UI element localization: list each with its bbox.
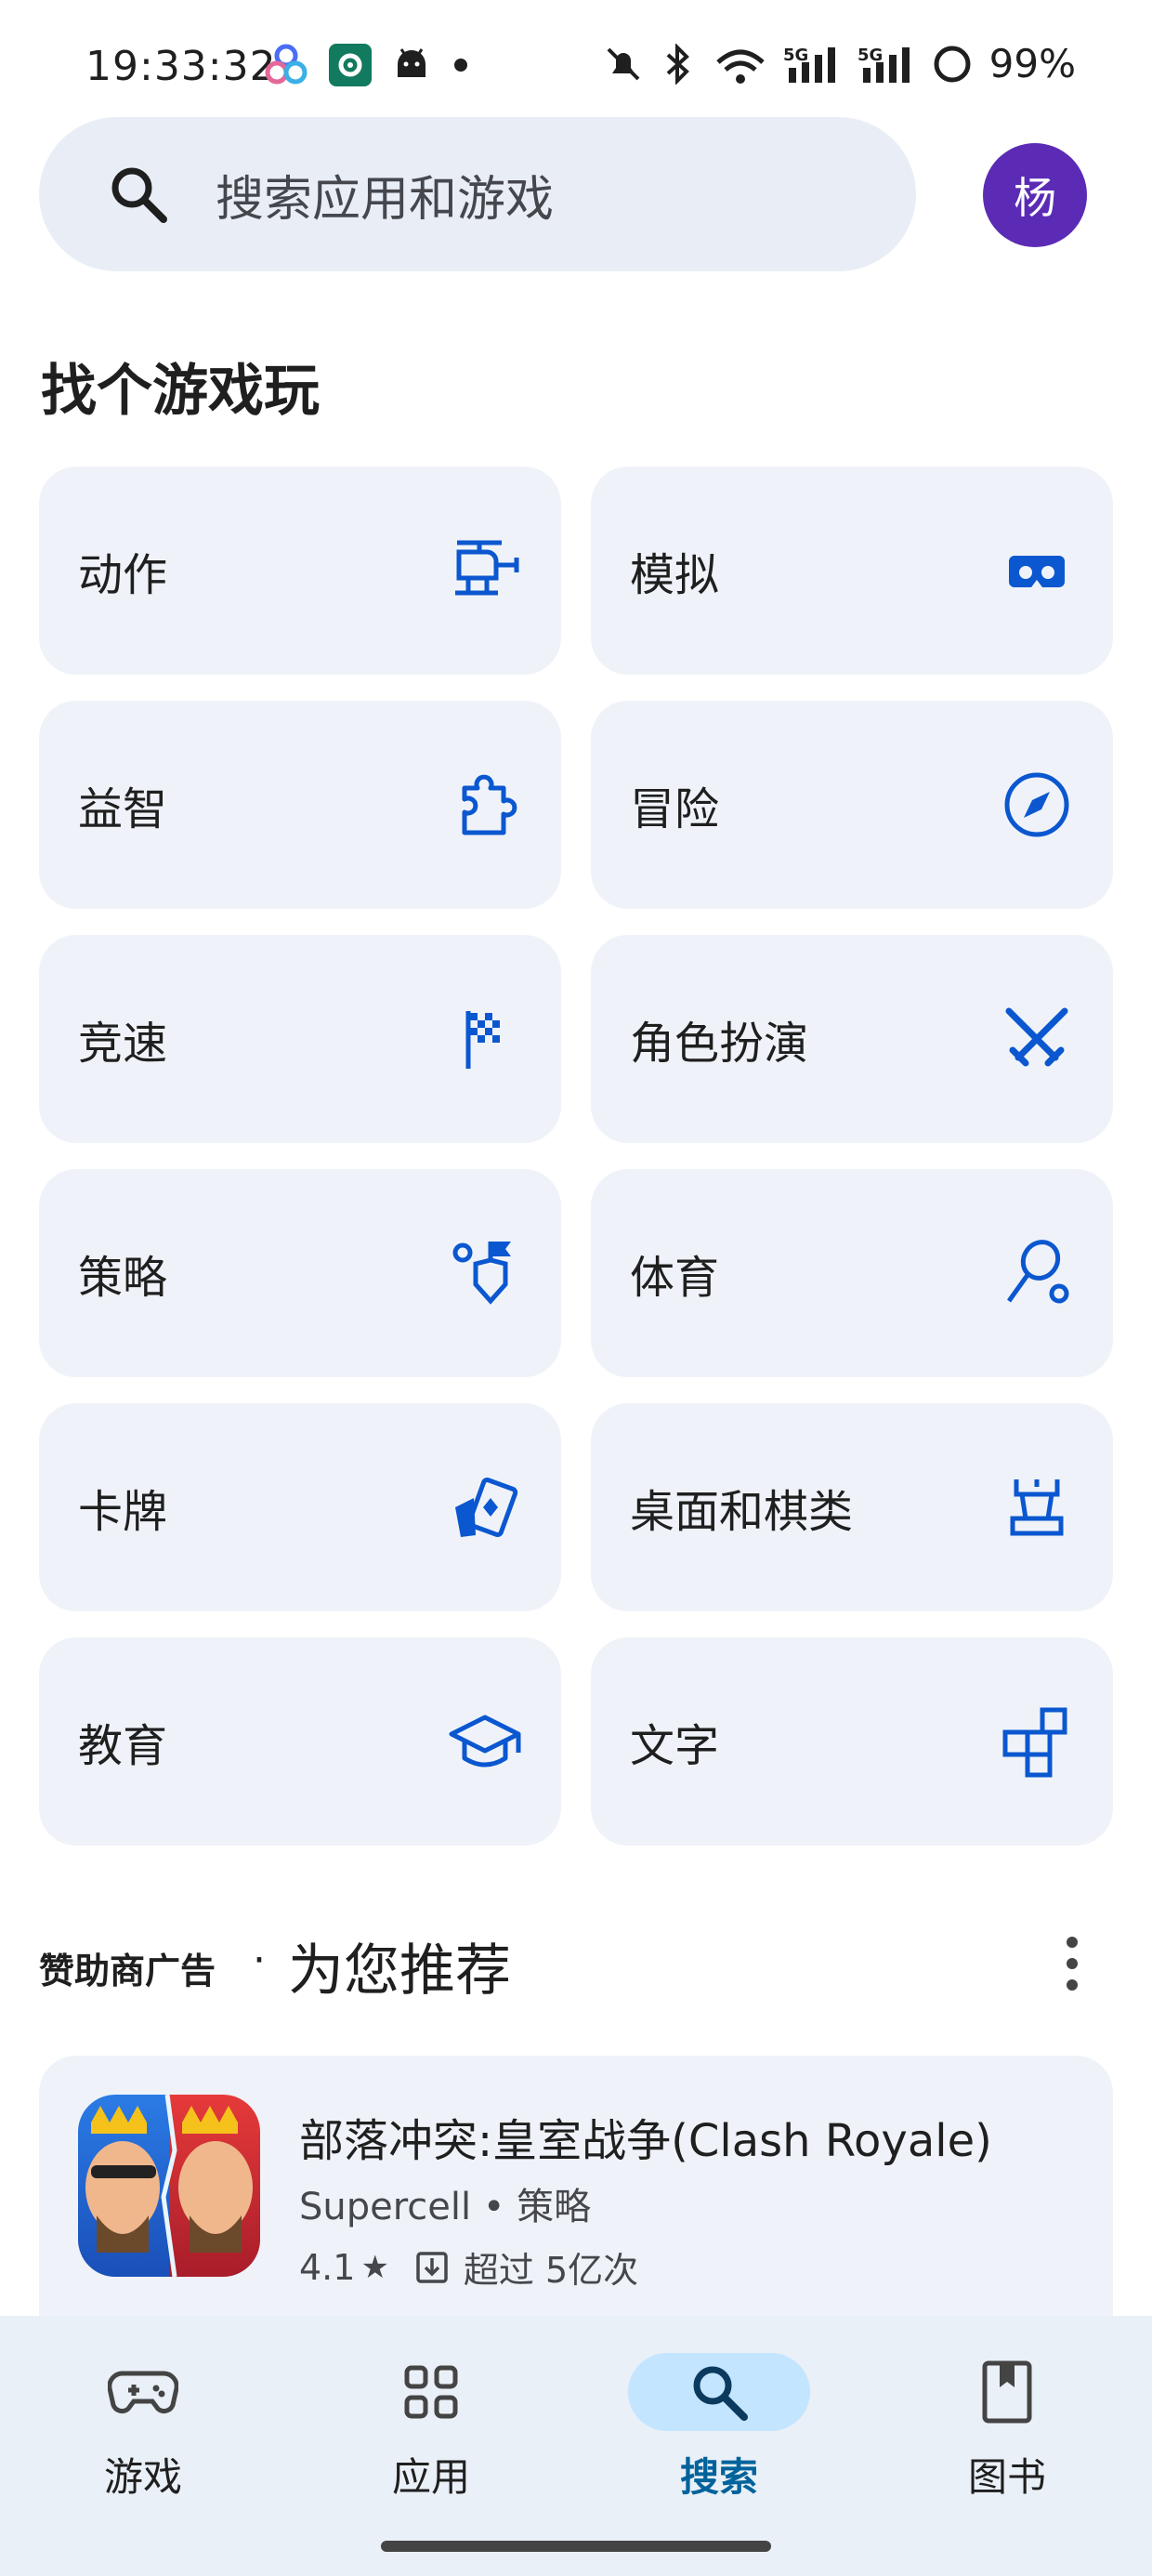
strategy-flag-icon — [452, 1242, 511, 1305]
genre-label: 体育 — [630, 1252, 720, 1304]
app-developer: Supercell — [299, 2186, 472, 2228]
app-stats: 4.1 ★ 超过 5亿次 — [299, 2241, 638, 2293]
genre-card-adventure[interactable]: 冒险 — [591, 701, 1113, 909]
svg-text:5G: 5G — [783, 46, 808, 65]
android-icon — [398, 48, 425, 77]
signal-5g-icon: 5G — [857, 46, 910, 83]
genre-card-education[interactable]: 教育 — [39, 1637, 561, 1846]
genre-label: 卡牌 — [78, 1486, 168, 1538]
puzzle-piece-icon — [462, 774, 517, 835]
app-icon — [78, 2095, 260, 2277]
nav-tab-games[interactable]: 游戏 — [32, 2353, 255, 2539]
crossed-swords-icon — [1005, 1007, 1068, 1067]
genre-card-card[interactable]: 卡牌 — [39, 1403, 561, 1611]
home-indicator[interactable] — [381, 2541, 771, 2552]
checkered-flag-icon — [465, 1011, 500, 1069]
nav-label: 应用 — [391, 2454, 470, 2500]
genre-card-rpg[interactable]: 角色扮演 — [591, 935, 1113, 1143]
genre-card-sports[interactable]: 体育 — [591, 1169, 1113, 1377]
genre-card-racing[interactable]: 竞速 — [39, 935, 561, 1143]
app-card[interactable]: 部落冲突:皇室战争(Clash Royale) Supercell • 策略 4… — [39, 2056, 1113, 2325]
racket-icon — [1006, 1240, 1069, 1304]
genre-label: 桌面和棋类 — [630, 1486, 854, 1538]
bottom-navigation: 游戏 应用 搜索 图书 — [0, 2316, 1152, 2576]
status-bar: 19:33:32 5G 5G 99% — [0, 0, 1152, 130]
battery-icon — [934, 46, 971, 82]
nav-label: 游戏 — [103, 2454, 182, 2500]
book-icon — [982, 2360, 1032, 2424]
genre-label: 冒险 — [630, 783, 720, 835]
nav-pill — [340, 2353, 522, 2431]
notification-dot-icon — [454, 59, 467, 72]
graduation-cap-icon — [449, 1715, 521, 1768]
vr-headset-icon — [1009, 556, 1065, 587]
system-status-icons: 5G 5G 99% — [603, 41, 1076, 86]
search-bar[interactable]: 搜索应用和游戏 — [39, 117, 916, 271]
genre-label: 文字 — [630, 1720, 720, 1772]
genre-label: 益智 — [78, 783, 168, 835]
star-icon: ★ — [360, 2248, 389, 2286]
compass-icon — [1004, 772, 1069, 837]
nav-pill-active — [628, 2353, 810, 2431]
gamepad-icon — [108, 2371, 178, 2413]
mute-icon — [607, 47, 640, 80]
genre-card-action[interactable]: 动作 — [39, 467, 561, 675]
nav-pill — [916, 2353, 1098, 2431]
app-cluster-icon — [265, 44, 308, 85]
genre-label: 竞速 — [78, 1018, 168, 1070]
nav-label: 搜索 — [679, 2454, 758, 2500]
word-tiles-icon — [1002, 1707, 1067, 1778]
sponsor-label: 赞助商广告 — [39, 1951, 216, 1991]
helicopter-icon — [455, 540, 519, 596]
section-title: 找个游戏玩 — [41, 359, 320, 424]
genre-label: 模拟 — [630, 549, 720, 601]
notification-icons — [264, 43, 470, 87]
genre-label: 动作 — [78, 549, 168, 601]
app-category: 策略 — [517, 2186, 592, 2228]
settings-gear-icon — [329, 44, 372, 86]
download-icon — [416, 2251, 448, 2283]
bluetooth-icon — [666, 43, 689, 85]
app-rating: 4.1 — [299, 2246, 356, 2288]
app-name: 部落冲突:皇室战争(Clash Royale) — [299, 2115, 992, 2167]
genre-label: 角色扮演 — [630, 1018, 809, 1070]
recommend-title: 为您推荐 — [288, 1939, 511, 2004]
playing-cards-icon — [455, 1478, 518, 1537]
genre-card-simulation[interactable]: 模拟 — [591, 467, 1113, 675]
clash-royale-icon — [78, 2095, 260, 2277]
search-icon — [111, 167, 167, 223]
more-vert-icon[interactable] — [1054, 1931, 1091, 1996]
recommend-header: 赞助商广告 · 为您推荐 — [39, 1924, 1117, 2007]
genre-label: 策略 — [78, 1252, 168, 1304]
app-downloads: 超过 5亿次 — [463, 2250, 639, 2291]
separator-dot: · — [253, 1937, 266, 1984]
apps-grid-icon — [404, 2365, 458, 2419]
wifi-icon — [715, 49, 765, 84]
genre-card-puzzle[interactable]: 益智 — [39, 701, 561, 909]
genre-card-word[interactable]: 文字 — [591, 1637, 1113, 1846]
chess-rook-icon — [1010, 1479, 1064, 1536]
nav-pill — [52, 2353, 234, 2431]
status-time: 19:33:32 — [85, 43, 277, 90]
nav-tab-apps[interactable]: 应用 — [320, 2353, 543, 2539]
genre-card-strategy[interactable]: 策略 — [39, 1169, 561, 1377]
battery-level: 99% — [988, 41, 1076, 86]
search-icon — [693, 2366, 748, 2421]
nav-tab-search[interactable]: 搜索 — [608, 2353, 831, 2539]
genre-label: 教育 — [78, 1720, 168, 1772]
separator-dot: • — [482, 2186, 517, 2228]
svg-text:5G: 5G — [857, 46, 883, 65]
account-avatar[interactable]: 杨 — [983, 143, 1087, 247]
search-input-placeholder[interactable]: 搜索应用和游戏 — [216, 160, 554, 230]
genre-card-board[interactable]: 桌面和棋类 — [591, 1403, 1113, 1611]
signal-5g-icon: 5G — [783, 46, 835, 83]
nav-tab-books[interactable]: 图书 — [896, 2353, 1119, 2539]
app-meta: Supercell • 策略 — [299, 2176, 591, 2230]
nav-label: 图书 — [967, 2454, 1046, 2500]
